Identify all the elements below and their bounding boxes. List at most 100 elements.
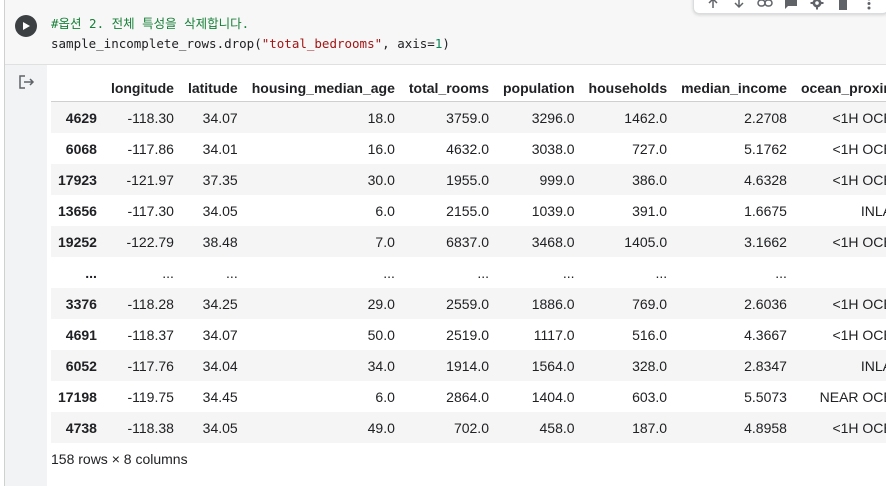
column-header: households	[581, 74, 675, 102]
code-line-mid: , axis=	[382, 36, 435, 51]
table-cell: 34.05	[180, 412, 245, 443]
table-row: ...........................	[51, 257, 886, 288]
table-cell: 3759.0	[401, 101, 496, 133]
table-cell: 1405.0	[581, 226, 675, 257]
arrow-up-icon[interactable]	[704, 0, 722, 10]
table-cell: 1.6675	[744, 202, 787, 219]
table-cell: 516.0	[632, 326, 668, 343]
more-vert-icon[interactable]	[860, 0, 878, 10]
code-text[interactable]: #옵션 2. 전체 특성을 삭제합니다. sample_incomplete_r…	[51, 14, 450, 54]
table-cell: 49.0	[244, 412, 402, 443]
row-index: 13656	[58, 202, 97, 219]
table-cell: 37.35	[180, 164, 245, 195]
table-cell: 4.3667	[744, 326, 787, 343]
table-cell: -117.86	[127, 140, 174, 157]
row-index: 17923	[51, 164, 104, 195]
dataframe-table: longitude latitude housing_median_age to…	[51, 74, 886, 443]
row-index: 6052	[51, 350, 104, 381]
table-cell: 34.25	[180, 288, 245, 319]
table-cell: ...	[794, 257, 886, 288]
column-header: population	[496, 74, 582, 102]
table-cell: <1H OCEAN	[793, 101, 886, 133]
table-cell: 999.0	[496, 164, 582, 195]
table-cell: 50.0	[367, 326, 395, 343]
arrow-down-icon[interactable]	[730, 0, 748, 10]
link-icon[interactable]	[756, 0, 774, 10]
table-row: 6052 -117.76 34.04 34.0 1914.0 1564.0 328.0 2.8…	[51, 350, 886, 381]
column-header: ocean_proximity	[793, 74, 886, 102]
table-cell: 30.0	[244, 164, 402, 195]
code-string: "total_bedrooms"	[261, 36, 383, 51]
index-header	[51, 74, 104, 102]
row-index: 4738	[51, 412, 104, 443]
table-cell: 6.0	[375, 388, 395, 405]
table-row: 3376 -118.28 34.25 29.0 2559.0 1886.0 769.0 2.6…	[51, 288, 886, 319]
row-index: 4629	[51, 101, 104, 133]
output-gutter	[5, 65, 47, 486]
table-cell: -118.37	[127, 326, 174, 343]
table-cell: 2.2708	[674, 101, 794, 133]
table-cell: ...	[162, 264, 174, 281]
table-cell: INLAND	[860, 202, 886, 219]
table-cell: <1H OCEAN	[832, 140, 886, 157]
table-cell: 4632.0	[446, 140, 489, 157]
table-cell: 3038.0	[531, 140, 575, 157]
table-cell: ...	[562, 264, 575, 281]
gear-icon[interactable]	[808, 0, 826, 10]
table-cell: 1117.0	[533, 326, 575, 343]
row-index: 17198	[58, 388, 97, 405]
output-redirect-icon[interactable]	[19, 74, 35, 93]
column-header: median_income	[674, 74, 794, 102]
table-cell: ...	[655, 264, 668, 281]
table-cell: -121.97	[103, 164, 181, 195]
table-cell: 3296.0	[496, 101, 582, 133]
table-cell: <1H OCEAN	[793, 288, 886, 319]
code-editor[interactable]: #옵션 2. 전체 특성을 삭제합니다. sample_incomplete_r…	[5, 0, 886, 65]
table-cell: <1H OCEAN	[793, 412, 886, 443]
table-cell: 34.45	[202, 388, 238, 405]
table-cell: 38.48	[180, 226, 245, 257]
table-cell: 4.8958	[674, 412, 794, 443]
dataframe-shape: 158 rows × 8 columns	[51, 451, 188, 467]
comment-icon[interactable]	[782, 0, 800, 10]
row-index: 4691	[65, 326, 97, 343]
table-cell: 1404.0	[531, 388, 575, 405]
table-cell: ...	[226, 264, 238, 281]
output-area: longitude latitude housing_median_age to…	[51, 74, 886, 467]
cell-toolbar	[693, 0, 886, 14]
table-cell: 458.0	[496, 412, 582, 443]
run-cell-button[interactable]	[15, 15, 37, 37]
table-cell: 187.0	[581, 412, 675, 443]
table-cell: 1462.0	[581, 101, 675, 133]
table-cell: -118.38	[103, 412, 181, 443]
table-cell: -118.28	[103, 288, 181, 319]
trash-icon[interactable]	[834, 0, 852, 10]
table-cell: 727.0	[632, 140, 668, 157]
table-row: 17923 -121.97 37.35 30.0 1955.0 999.0 386.0 4.6…	[51, 164, 886, 195]
table-cell: INLAND	[793, 350, 886, 381]
table-cell: ...	[775, 264, 787, 281]
row-index: ...	[85, 264, 97, 281]
table-cell: -122.79	[103, 226, 181, 257]
notebook-cell: #옵션 2. 전체 특성을 삭제합니다. sample_incomplete_r…	[4, 0, 886, 486]
table-cell: NEAR OCEAN	[819, 388, 886, 405]
table-cell: 2.8347	[674, 350, 794, 381]
table-cell: 1955.0	[401, 164, 496, 195]
table-cell: ...	[477, 264, 489, 281]
table-row: 19252 -122.79 38.48 7.0 6837.0 3468.0 1405.0 3.…	[51, 226, 886, 257]
table-cell: 6.0	[375, 202, 395, 219]
code-line-prefix: sample_incomplete_rows.drop(	[51, 36, 262, 51]
table-cell: 34.05	[202, 202, 238, 219]
table-cell: -117.76	[103, 350, 181, 381]
table-row: 13656 -117.30 34.05 6.0 2155.0 1039.0 391.0 1.6…	[51, 195, 886, 226]
row-index: 3376	[51, 288, 104, 319]
table-cell: 7.0	[244, 226, 402, 257]
table-cell: 2519.0	[446, 326, 489, 343]
table-cell: 603.0	[632, 388, 668, 405]
table-cell: <1H OCEAN	[793, 226, 886, 257]
table-header-row: longitude latitude housing_median_age to…	[51, 74, 886, 102]
table-row: 4738 -118.38 34.05 49.0 702.0 458.0 187.0 4.895…	[51, 412, 886, 443]
table-cell: 1886.0	[496, 288, 582, 319]
table-cell: 16.0	[367, 140, 395, 157]
table-cell: 34.07	[202, 326, 238, 343]
